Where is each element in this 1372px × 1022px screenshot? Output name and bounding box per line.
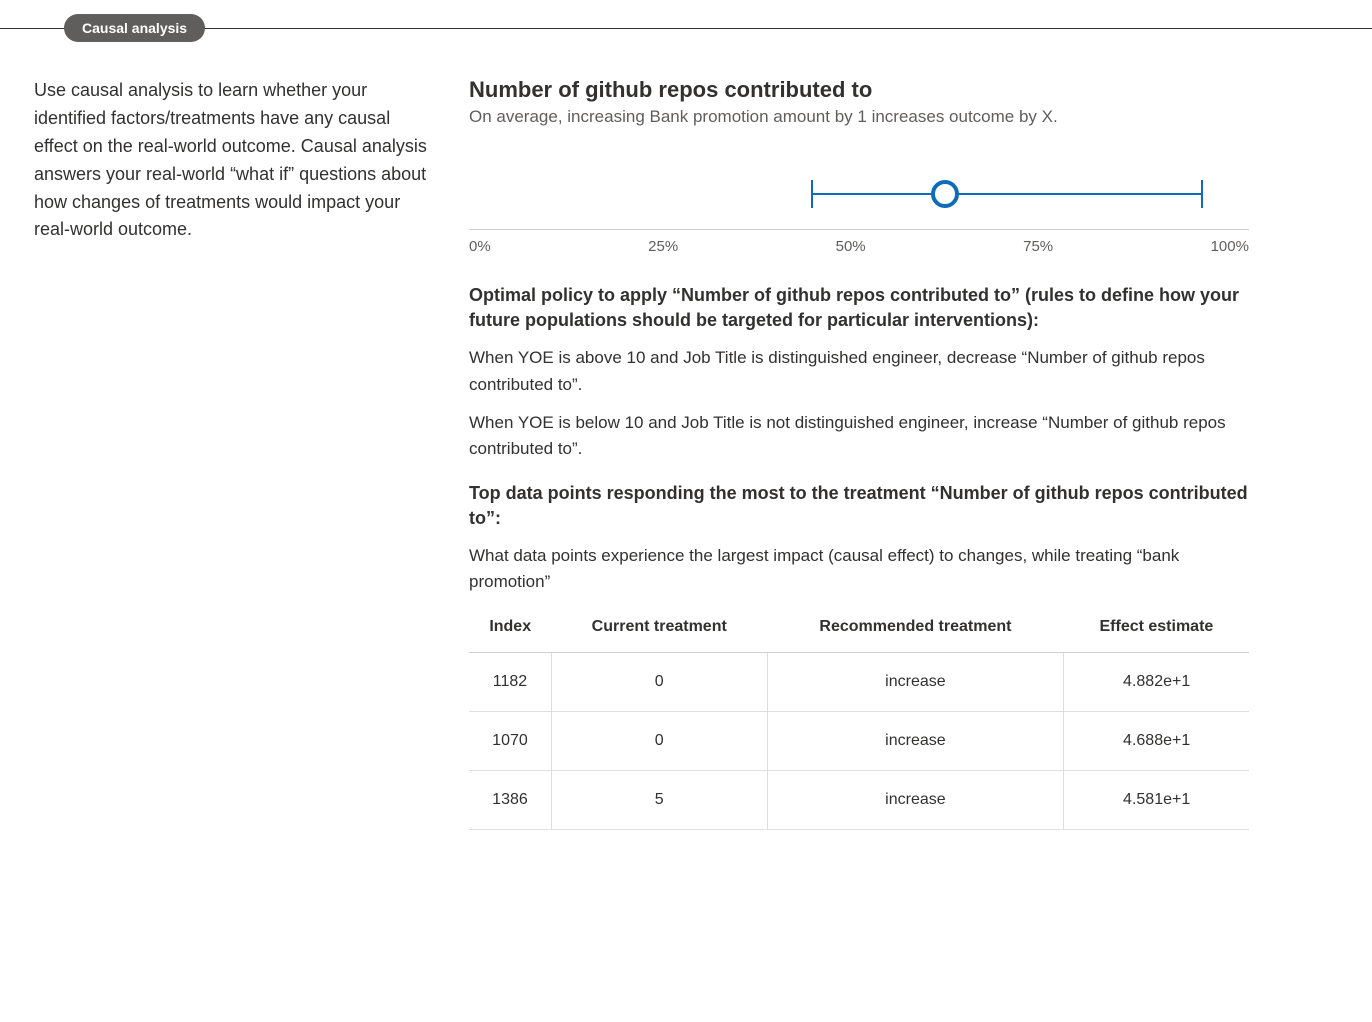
subtitle: On average, increasing Bank promotion am… bbox=[469, 107, 1249, 127]
optimal-policy-heading: Optimal policy to apply “Number of githu… bbox=[469, 283, 1249, 333]
main-panel: Number of github repos contributed to On… bbox=[469, 77, 1249, 830]
table-cell: 1182 bbox=[469, 652, 551, 711]
ci-bar bbox=[812, 193, 1202, 195]
ci-whisker bbox=[811, 180, 813, 208]
top-datapoints-heading: Top data points responding the most to t… bbox=[469, 481, 1249, 531]
table-cell: increase bbox=[767, 770, 1064, 829]
tick-label: 75% bbox=[1023, 238, 1053, 255]
table-header: Recommended treatment bbox=[767, 608, 1064, 653]
table-header: Effect estimate bbox=[1064, 608, 1249, 653]
tab-divider bbox=[0, 28, 1372, 29]
table-cell: 0 bbox=[551, 652, 767, 711]
ci-plot-area bbox=[469, 159, 1249, 230]
x-axis-ticks: 0% 25% 50% 75% 100% bbox=[469, 230, 1249, 255]
policy-rule: When YOE is below 10 and Job Title is no… bbox=[469, 410, 1249, 463]
tab-causal-analysis[interactable]: Causal analysis bbox=[64, 14, 205, 42]
table-cell: 1070 bbox=[469, 711, 551, 770]
table-cell: 1386 bbox=[469, 770, 551, 829]
tick-label: 100% bbox=[1211, 238, 1249, 255]
top-datapoints-body: What data points experience the largest … bbox=[469, 543, 1249, 596]
tab-bar: Causal analysis bbox=[0, 28, 1372, 29]
tick-label: 50% bbox=[836, 238, 866, 255]
ci-whisker bbox=[1201, 180, 1203, 208]
table-cell: 4.882e+1 bbox=[1064, 652, 1249, 711]
page-title: Number of github repos contributed to bbox=[469, 77, 1249, 103]
table-cell: increase bbox=[767, 711, 1064, 770]
table-cell: 4.581e+1 bbox=[1064, 770, 1249, 829]
ci-point bbox=[931, 180, 959, 208]
datapoints-table: IndexCurrent treatmentRecommended treatm… bbox=[469, 608, 1249, 830]
policy-rule: When YOE is above 10 and Job Title is di… bbox=[469, 345, 1249, 398]
table-cell: increase bbox=[767, 652, 1064, 711]
description-text: Use causal analysis to learn whether you… bbox=[34, 77, 429, 244]
table-cell: 5 bbox=[551, 770, 767, 829]
description-panel: Use causal analysis to learn whether you… bbox=[34, 77, 429, 830]
table-row: 13865increase4.581e+1 bbox=[469, 770, 1249, 829]
confidence-interval-chart: 0% 25% 50% 75% 100% bbox=[469, 159, 1249, 255]
table-cell: 4.688e+1 bbox=[1064, 711, 1249, 770]
tick-label: 25% bbox=[648, 238, 678, 255]
content: Use causal analysis to learn whether you… bbox=[0, 29, 1372, 870]
table-header: Index bbox=[469, 608, 551, 653]
table-row: 10700increase4.688e+1 bbox=[469, 711, 1249, 770]
tick-label: 0% bbox=[469, 238, 491, 255]
table-row: 11820increase4.882e+1 bbox=[469, 652, 1249, 711]
table-cell: 0 bbox=[551, 711, 767, 770]
table-header: Current treatment bbox=[551, 608, 767, 653]
